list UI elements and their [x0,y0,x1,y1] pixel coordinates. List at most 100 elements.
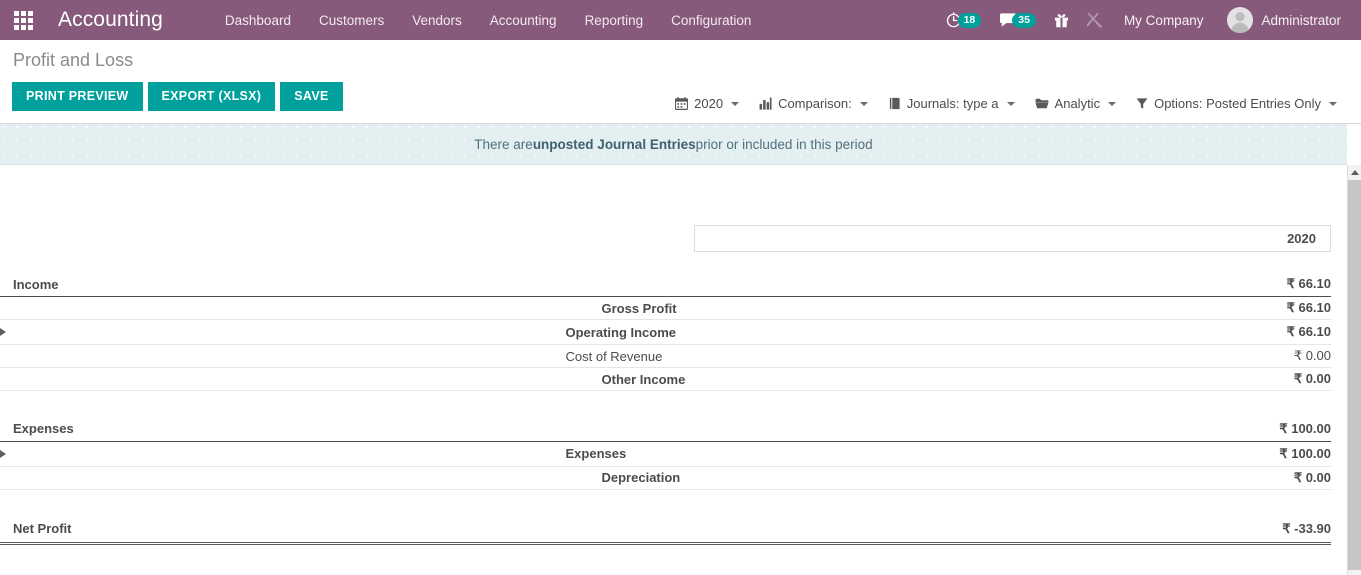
journals-filter-label: Journals: type a [907,96,999,111]
gift-icon [1054,12,1069,28]
table-row[interactable]: Other Income ₹ 0.00 [0,368,1331,391]
section-total-income: ₹ 66.10 [1131,272,1331,297]
period-column-header: 2020 [694,225,1331,252]
user-avatar-icon [1227,7,1253,33]
date-filter-label: 2020 [694,96,723,111]
app-brand-title[interactable]: Accounting [58,8,163,32]
row-value-depreciation: ₹ 0.00 [1131,466,1331,489]
arrow-up-icon [1351,170,1359,175]
report-content-area: 2020 Income ₹ 66.10 Gross Profit ₹ 66.10… [0,165,1361,575]
menu-item-dashboard[interactable]: Dashboard [211,0,305,40]
table-row[interactable]: Cost of Revenue ₹ 0.00 [0,345,1331,368]
comparison-filter[interactable]: Comparison: [749,92,878,115]
main-menu: Dashboard Customers Vendors Accounting R… [211,0,766,40]
apps-grid-icon[interactable] [0,0,46,40]
menu-item-vendors[interactable]: Vendors [398,0,476,40]
gift-menu[interactable] [1045,0,1078,40]
report-filters-bar: 2020 Comparison: Journ [665,92,1347,115]
chevron-down-icon [1007,102,1015,106]
scrollbar-thumb[interactable] [1348,180,1361,570]
alert-text-prefix: There are [474,137,533,152]
journals-filter[interactable]: Journals: type a [878,92,1025,115]
page-title: Profit and Loss [13,50,1349,71]
profit-and-loss-report: 2020 Income ₹ 66.10 Gross Profit ₹ 66.10… [0,165,1347,575]
row-label-expenses: Expenses [566,441,1132,466]
folder-icon [1035,97,1049,110]
options-filter-label: Options: Posted Entries Only [1154,96,1321,111]
alert-text-emphasis: unposted Journal Entries [533,137,696,152]
expand-caret-placeholder [0,368,566,391]
funnel-filter-icon [1136,97,1148,110]
messages-menu[interactable]: 35 [990,0,1045,40]
chevron-down-icon [1329,102,1337,106]
bar-chart-icon [759,97,772,110]
activities-count-badge: 18 [958,13,982,28]
chevron-down-icon [860,102,868,106]
alert-text-suffix: prior or included in this period [696,137,873,152]
menu-item-reporting[interactable]: Reporting [571,0,658,40]
apps-grid-glyph [14,11,33,30]
chevron-down-icon [1108,102,1116,106]
analytic-filter-label: Analytic [1055,96,1101,111]
section-title-income: Income [0,272,1131,297]
row-value-gross-profit: ₹ 66.10 [1131,297,1331,320]
section-spacer [0,391,1331,417]
caret-right-icon[interactable] [0,450,6,458]
caret-right-icon[interactable] [0,328,6,336]
scrollbar-up-arrow[interactable] [1348,165,1361,180]
comparison-filter-label: Comparison: [778,96,852,111]
row-label-cost-of-revenue: Cost of Revenue [566,345,1132,368]
row-value-other-income: ₹ 0.00 [1131,368,1331,391]
row-value-expenses: ₹ 100.00 [1131,441,1331,466]
user-menu[interactable]: Administrator [1215,0,1353,40]
tools-wrench-icon [1087,12,1103,28]
activities-menu[interactable]: 18 [937,0,991,40]
expand-caret-placeholder [0,345,566,368]
print-preview-button[interactable]: PRINT PREVIEW [12,82,143,111]
expand-caret-expenses[interactable] [0,441,566,466]
calendar-icon [675,97,688,110]
section-header-expenses[interactable]: Expenses ₹ 100.00 [0,417,1331,442]
messages-count-badge: 35 [1012,13,1036,28]
section-title-expenses: Expenses [0,417,1131,442]
section-header-income[interactable]: Income ₹ 66.10 [0,272,1331,297]
date-filter[interactable]: 2020 [665,92,749,115]
vertical-scrollbar[interactable] [1347,165,1361,575]
column-header-row: 2020 [0,165,1347,252]
company-switcher[interactable]: My Company [1112,0,1216,40]
avatar-silhouette [1227,7,1253,33]
row-label-operating-income: Operating Income [566,320,1132,345]
top-navbar: Accounting Dashboard Customers Vendors A… [0,0,1361,40]
row-value-cost-of-revenue: ₹ 0.00 [1131,345,1331,368]
expand-caret-placeholder [0,297,566,320]
export-xlsx-button[interactable]: EXPORT (XLSX) [148,82,276,111]
row-label-gross-profit: Gross Profit [566,297,1132,320]
report-table: Income ₹ 66.10 Gross Profit ₹ 66.10 Oper… [0,272,1331,545]
table-row[interactable]: Gross Profit ₹ 66.10 [0,297,1331,320]
menu-item-customers[interactable]: Customers [305,0,398,40]
net-profit-row[interactable]: Net Profit ₹ -33.90 [0,515,1331,543]
chevron-down-icon [731,102,739,106]
user-name-label: Administrator [1261,13,1341,28]
net-profit-value: ₹ -33.90 [1131,515,1331,543]
developer-tools-menu[interactable] [1078,0,1112,40]
table-row[interactable]: Expenses ₹ 100.00 [0,441,1331,466]
row-label-other-income: Other Income [566,368,1132,391]
analytic-filter[interactable]: Analytic [1025,92,1127,115]
expand-caret-placeholder [0,466,566,489]
expand-caret-operating-income[interactable] [0,320,566,345]
row-value-operating-income: ₹ 66.10 [1131,320,1331,345]
book-icon [888,97,901,110]
table-row[interactable]: Depreciation ₹ 0.00 [0,466,1331,489]
section-spacer [0,489,1331,515]
save-button[interactable]: SAVE [280,82,342,111]
menu-item-accounting[interactable]: Accounting [476,0,571,40]
row-label-depreciation: Depreciation [566,466,1132,489]
section-total-expenses: ₹ 100.00 [1131,417,1331,442]
net-profit-label: Net Profit [0,515,1131,543]
menu-item-configuration[interactable]: Configuration [657,0,765,40]
unposted-entries-alert: There are unposted Journal Entries prior… [0,124,1347,165]
table-row[interactable]: Operating Income ₹ 66.10 [0,320,1331,345]
options-filter[interactable]: Options: Posted Entries Only [1126,92,1347,115]
control-panel: Profit and Loss PRINT PREVIEW EXPORT (XL… [0,40,1361,124]
